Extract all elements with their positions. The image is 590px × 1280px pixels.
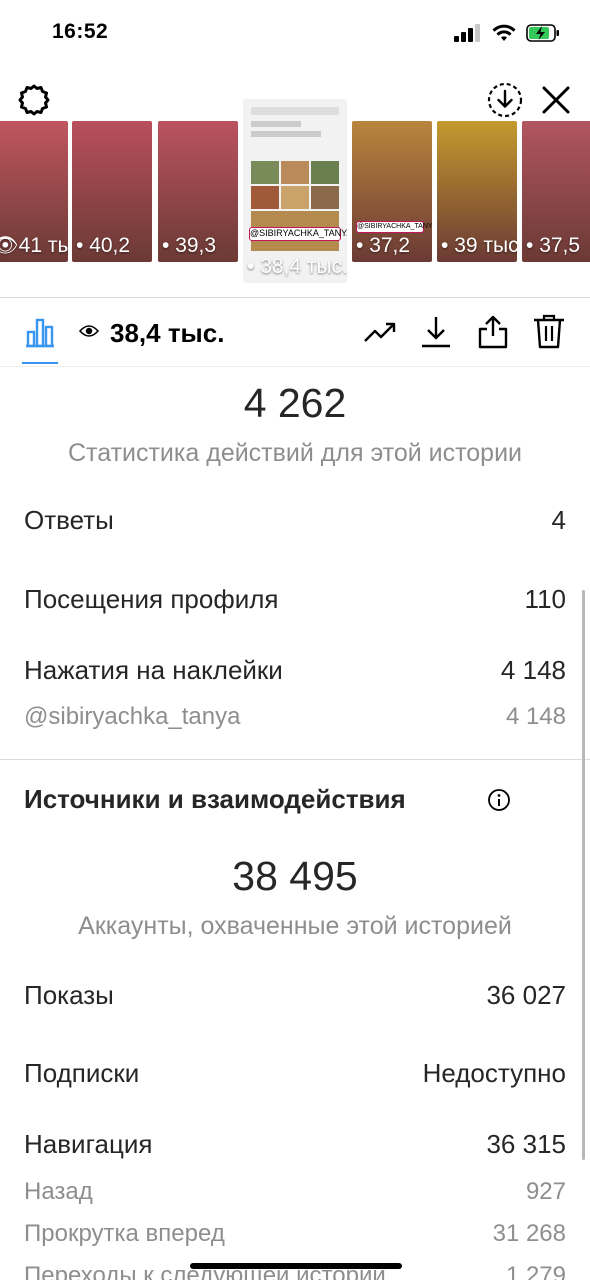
cellular-signal-icon — [454, 24, 480, 42]
stat-label: Посещения профиля — [24, 583, 279, 614]
stat-value: 1 279 — [505, 1262, 566, 1280]
stat-label: Ответы — [24, 504, 114, 535]
scrollbar[interactable] — [582, 590, 585, 1160]
story-thumbnails: 👁41 тыс. • 40,2 • 39,3 @SIBIRYACHKA_TANY… — [0, 99, 590, 291]
story-thumbnail-selected[interactable]: @SIBIRYACHKA_TANYA • 38,4 тыс. — [243, 99, 347, 283]
stat-row-sticker-mention[interactable]: @sibiryachka_tanya 4 148 — [24, 697, 566, 737]
total-views: 38,4 тыс. — [110, 318, 225, 348]
story-thumbnail[interactable]: • 37,5 — [522, 121, 590, 262]
stat-row-replies: Ответы 4 — [24, 500, 566, 540]
story-views: • 37,5 — [526, 234, 581, 257]
story-mention-sticker: @SIBIRYACHKA_TANYA — [249, 227, 347, 241]
close-icon[interactable] — [538, 82, 574, 118]
stat-value: 36 027 — [486, 979, 566, 1010]
story-thumbnail[interactable]: • 39,3 — [158, 121, 238, 262]
stat-value: 927 — [525, 1178, 566, 1205]
active-tab-indicator — [22, 362, 58, 364]
insights-action-bar: 38,4 тыс. — [0, 298, 590, 366]
info-icon[interactable] — [487, 788, 511, 812]
stat-row-profile-visits: Посещения профиля 110 — [24, 579, 566, 619]
promote-trend-icon[interactable] — [362, 314, 398, 350]
stat-value: 4 148 — [505, 703, 566, 730]
story-views: 👁41 тыс. — [0, 234, 68, 257]
stat-value: 31 268 — [492, 1220, 566, 1247]
story-views: • 37,2 — [356, 234, 411, 257]
stat-row-forward: Прокрутка вперед 31 268 — [24, 1214, 566, 1254]
download-icon[interactable] — [418, 314, 454, 350]
stat-row-follows: Подписки Недоступно — [24, 1053, 566, 1093]
stat-row-impressions: Показы 36 027 — [24, 975, 566, 1015]
interactions-total: 4 262 — [243, 380, 347, 426]
delete-trash-icon[interactable] — [531, 314, 567, 350]
insights-bar-chart-icon[interactable] — [22, 314, 58, 350]
status-time: 16:52 — [52, 20, 109, 43]
stat-value: 36 315 — [486, 1128, 566, 1159]
stat-label: Прокрутка вперед — [24, 1220, 225, 1247]
wifi-icon — [492, 24, 516, 41]
divider — [0, 366, 590, 367]
stat-label: @sibiryachka_tanya — [24, 703, 241, 730]
stat-value: Недоступно — [422, 1057, 566, 1088]
battery-charging-icon — [526, 24, 559, 42]
story-thumbnail[interactable]: • 39 тыс. — [437, 121, 517, 262]
home-indicator[interactable] — [190, 1263, 402, 1269]
stat-label: Навигация — [24, 1128, 153, 1159]
story-views: • 40,2 — [76, 234, 131, 257]
story-views: • 38,4 тыс. — [247, 255, 347, 278]
interactions-caption: Статистика действий для этой истории — [67, 439, 523, 467]
stat-label: Показы — [24, 979, 114, 1010]
story-views: • 39,3 — [162, 234, 217, 257]
share-icon[interactable] — [475, 314, 511, 350]
story-mention-sticker: @SIBIRYACHKA_TANYA — [356, 221, 432, 233]
section-title-discovery: Источники и взаимодействия — [24, 784, 406, 814]
story-thumbnail[interactable]: 👁41 тыс. — [0, 121, 68, 262]
stat-label: Нажатия на наклейки — [24, 654, 283, 685]
story-thumbnail[interactable]: • 40,2 — [72, 121, 152, 262]
stat-value: 4 148 — [500, 654, 566, 685]
settings-gear-icon[interactable] — [16, 82, 52, 118]
reach-caption: Аккаунты, охваченные этой историей — [78, 912, 512, 940]
stat-value: 110 — [524, 583, 566, 614]
story-views: • 39 тыс. — [441, 234, 517, 257]
divider — [0, 759, 590, 760]
eye-icon — [79, 325, 99, 337]
save-to-archive-icon[interactable] — [485, 80, 525, 120]
status-bar: 16:52 — [0, 0, 590, 70]
story-selector: 👁41 тыс. • 40,2 • 39,3 @SIBIRYACHKA_TANY… — [0, 70, 590, 298]
reach-total: 38 495 — [232, 853, 358, 899]
stat-row-navigation: Навигация 36 315 — [24, 1124, 566, 1164]
stat-label: Подписки — [24, 1057, 140, 1088]
stat-value: 4 — [551, 504, 566, 535]
stat-row-back: Назад 927 — [24, 1172, 566, 1212]
status-icons — [454, 20, 560, 46]
stat-row-sticker-taps: Нажатия на наклейки 4 148 — [24, 650, 566, 690]
stat-label: Назад — [24, 1178, 93, 1205]
selected-story-pointer — [282, 284, 308, 298]
story-thumbnail[interactable]: @SIBIRYACHKA_TANYA • 37,2 — [352, 121, 432, 262]
